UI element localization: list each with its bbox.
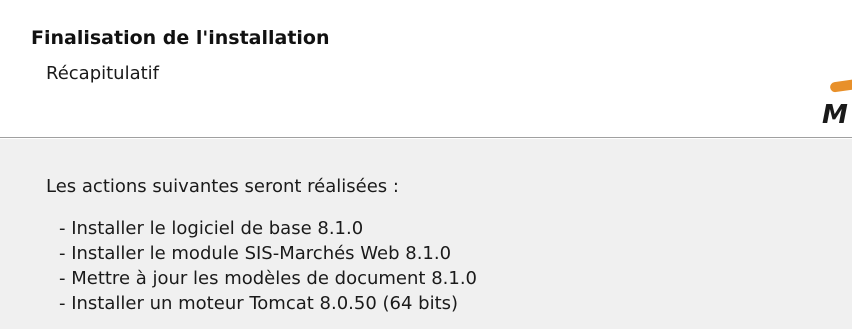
list-item: - Installer le logiciel de base 8.1.0 xyxy=(59,218,364,239)
actions-intro: Les actions suivantes seront réalisées : xyxy=(46,176,399,197)
page-title: Finalisation de l'installation xyxy=(31,27,330,49)
list-item: - Installer un moteur Tomcat 8.0.50 (64 … xyxy=(59,293,459,314)
product-logo: M xyxy=(822,72,852,138)
wizard-header: Finalisation de l'installation Récapitul… xyxy=(0,0,852,138)
action-list: - Installer le logiciel de base 8.1.0 - … xyxy=(59,216,477,316)
page-subtitle: Récapitulatif xyxy=(46,63,160,84)
list-item: - Installer le module SIS-Marchés Web 8.… xyxy=(59,243,452,264)
logo-letter: M xyxy=(822,100,848,130)
list-item: - Mettre à jour les modèles de document … xyxy=(59,268,477,289)
logo-swoosh-icon xyxy=(829,77,852,93)
wizard-body: Les actions suivantes seront réalisées :… xyxy=(0,138,852,329)
